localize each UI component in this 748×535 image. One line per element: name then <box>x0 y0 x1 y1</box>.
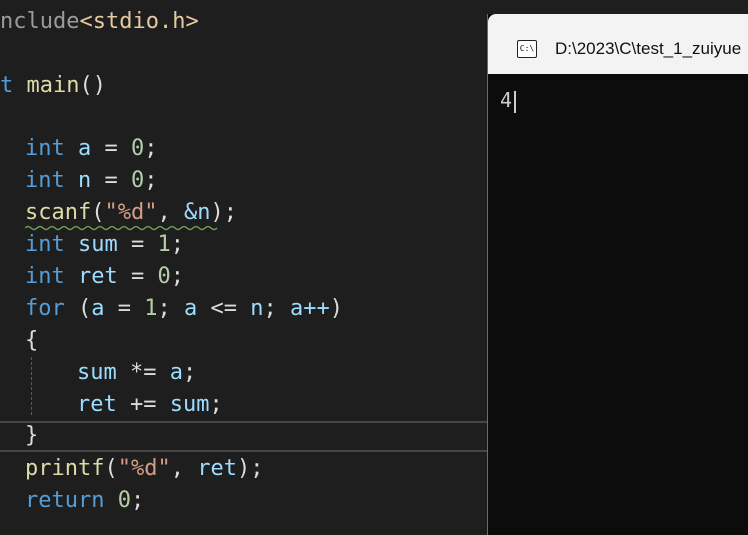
variable-name: sum <box>77 360 117 385</box>
console-output-area[interactable]: 4 <box>488 74 748 535</box>
for-keyword: for <box>25 296 65 321</box>
code-line-7[interactable]: int ret = 0; <box>25 261 184 293</box>
type-keyword: int <box>25 136 65 161</box>
return-keyword: return <box>25 488 105 513</box>
close-paren: ); <box>236 456 264 481</box>
include-file: <stdio.h> <box>79 9 199 34</box>
variable-name: ret <box>197 456 237 481</box>
code-line-12[interactable]: } <box>25 420 38 452</box>
open-paren: ( <box>104 456 118 481</box>
type-keyword: int <box>25 264 65 289</box>
number-literal: 0 <box>117 488 131 513</box>
code-line-6[interactable]: int sum = 1; <box>25 229 184 261</box>
open-paren: ( <box>64 296 92 321</box>
operator: = <box>104 296 145 321</box>
operator: += <box>116 392 170 417</box>
variable-name: sum <box>169 392 210 417</box>
variable-name: ret <box>77 392 117 417</box>
operator: = <box>117 264 158 289</box>
semicolon: ; <box>144 136 158 161</box>
semicolon: ; <box>144 168 158 193</box>
variable-name: ret <box>78 264 118 289</box>
console-app-icon: C:\ <box>517 40 537 58</box>
code-line-9[interactable]: { <box>25 325 38 357</box>
current-line-highlight <box>0 421 488 452</box>
variable-name: a <box>78 136 92 161</box>
operator: <= <box>197 296 251 321</box>
console-titlebar[interactable]: C:\ D:\2023\C\test_1_zuiyue <box>488 14 748 74</box>
comma: , <box>157 200 184 225</box>
address-argument: &n <box>183 200 211 225</box>
variable-name: a <box>169 360 183 385</box>
semicolon: ; <box>263 296 290 321</box>
loop-variable: a <box>91 296 105 321</box>
indent-guide <box>31 357 32 415</box>
semicolon: ; <box>170 232 184 257</box>
code-line-11[interactable]: ret += sum; <box>77 389 223 421</box>
number-literal: 0 <box>157 264 171 289</box>
semicolon: ; <box>130 488 145 513</box>
type-keyword: int <box>25 168 65 193</box>
type-keyword: int <box>25 232 65 257</box>
number-literal: 0 <box>131 136 145 161</box>
loop-variable: a <box>184 296 198 321</box>
variable-name: sum <box>78 232 118 257</box>
format-string: "%d" <box>117 456 171 481</box>
main-parens: () <box>79 73 106 98</box>
text-cursor <box>514 91 516 113</box>
code-line-4[interactable]: int n = 0; <box>25 165 158 197</box>
code-line-10[interactable]: sum *= a; <box>77 357 196 389</box>
format-string: "%d" <box>104 200 158 225</box>
comma: , <box>170 456 198 481</box>
number-literal: 1 <box>157 232 171 257</box>
console-title: D:\2023\C\test_1_zuiyue <box>555 39 742 58</box>
increment-expression: a++ <box>289 296 330 321</box>
close-paren: ) <box>329 296 343 321</box>
code-line-14[interactable]: return 0; <box>25 485 144 517</box>
console-window[interactable]: C:\ D:\2023\C\test_1_zuiyue 4 <box>487 14 748 535</box>
return-type-keyword: t <box>0 73 14 98</box>
operator: = <box>91 136 131 161</box>
semicolon: ; <box>209 392 223 417</box>
number-literal: 0 <box>131 168 145 193</box>
operator: = <box>91 168 131 193</box>
code-line-8[interactable]: for (a = 1; a <= n; a++) <box>25 293 343 325</box>
open-brace: { <box>25 328 39 353</box>
operator: = <box>117 232 158 257</box>
include-keyword: nclude <box>0 9 80 34</box>
semicolon: ; <box>182 360 197 385</box>
code-line-2[interactable]: t main() <box>0 70 106 102</box>
operator: *= <box>116 360 170 385</box>
scanf-function-name: scanf <box>25 200 92 225</box>
semicolon: ; <box>157 296 184 321</box>
code-line-1[interactable]: nclude<stdio.h> <box>0 6 199 38</box>
close-brace: } <box>25 423 39 448</box>
printf-function-name: printf <box>25 456 105 481</box>
semicolon: ; <box>170 264 184 289</box>
code-line-13[interactable]: printf("%d", ret); <box>25 453 263 485</box>
main-function-name: main <box>26 73 80 98</box>
code-line-3[interactable]: int a = 0; <box>25 133 158 165</box>
console-output-text: 4 <box>500 88 513 112</box>
open-paren: ( <box>91 200 105 225</box>
number-literal: 1 <box>144 296 158 321</box>
bound-variable: n <box>250 296 264 321</box>
variable-name: n <box>78 168 92 193</box>
close-paren: ); <box>210 200 237 225</box>
